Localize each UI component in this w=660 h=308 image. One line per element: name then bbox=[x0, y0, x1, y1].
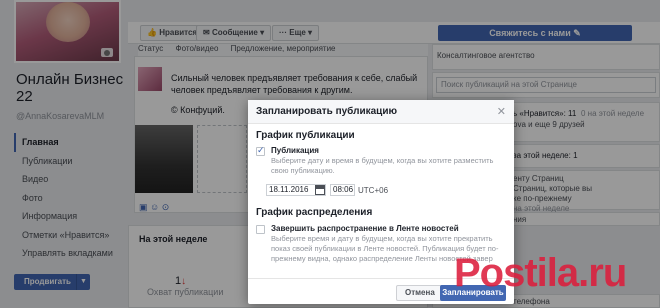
close-icon[interactable]: ✕ bbox=[497, 105, 506, 118]
cancel-button[interactable]: Отмена bbox=[396, 285, 444, 301]
calendar-icon[interactable] bbox=[315, 185, 325, 195]
schedule-section-title: График публикации bbox=[256, 130, 355, 141]
publication-description: Выберите дату и время в будущем, когда в… bbox=[271, 156, 494, 175]
publication-checkbox[interactable] bbox=[256, 145, 265, 156]
watermark: Postila.ru bbox=[440, 246, 660, 302]
watermark-text: Postila.ru bbox=[454, 251, 627, 295]
dialog-header: Запланировать публикацию ✕ bbox=[248, 100, 514, 124]
stop-distribution-checkbox[interactable] bbox=[256, 225, 265, 234]
timezone-label: UTC+06 bbox=[358, 186, 389, 195]
time-field[interactable]: 08:06 bbox=[330, 184, 355, 196]
publication-label: Публикация bbox=[271, 146, 319, 155]
stop-distribution-label: Завершить распространение в Ленте новост… bbox=[271, 224, 459, 233]
distribution-section-title: График распределения bbox=[256, 207, 373, 218]
dialog-title: Запланировать публикацию bbox=[256, 106, 398, 117]
